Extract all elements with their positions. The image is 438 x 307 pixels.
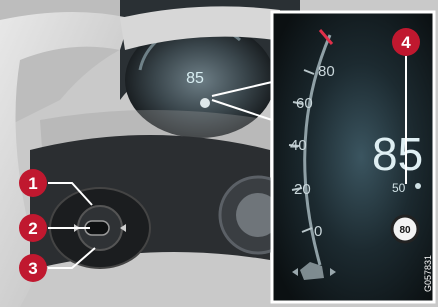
image-code: G057831 (423, 255, 433, 292)
scale-label-40: 40 (290, 137, 307, 154)
scale-label-80: 80 (318, 63, 335, 80)
callout-1: 1 (19, 169, 47, 197)
scale-label-0: 0 (314, 223, 322, 240)
svg-text:3: 3 (28, 259, 37, 278)
callout-2: 2 (19, 214, 47, 242)
set-speed-readout: 50 (392, 181, 406, 195)
svg-text:4: 4 (401, 33, 411, 52)
speed-limit-value: 80 (399, 225, 411, 236)
background-cluster-speed: 85 (186, 70, 204, 87)
svg-text:2: 2 (28, 219, 37, 238)
callout-3: 3 (19, 254, 47, 282)
scale-label-20: 20 (294, 181, 311, 198)
svg-text:1: 1 (28, 174, 37, 193)
instrument-illustration: 85 80 60 40 20 0 85 50 80 G057831 1 2 3 … (0, 0, 438, 307)
callout-4: 4 (392, 28, 420, 56)
scale-label-60: 60 (296, 95, 313, 112)
inset-speed-readout: 85 (372, 128, 423, 180)
